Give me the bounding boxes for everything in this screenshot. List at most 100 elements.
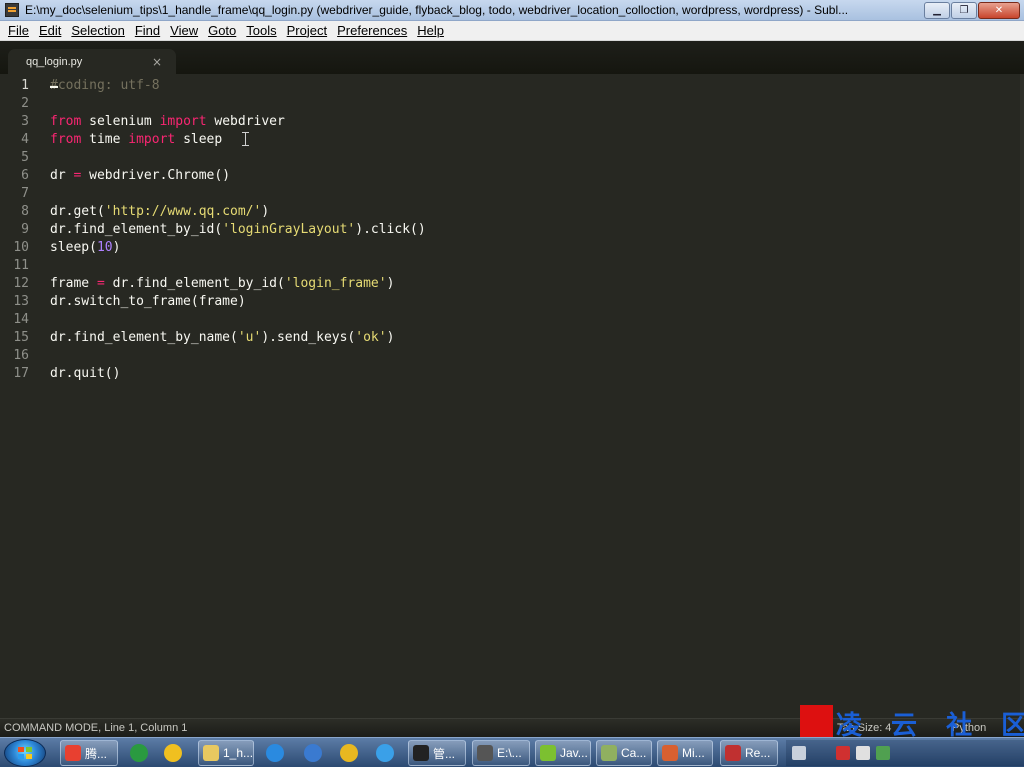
code-token: ) (386, 330, 395, 345)
taskbar-window-button[interactable]: Ca... (596, 740, 652, 766)
close-button[interactable]: ✕ (978, 2, 1020, 19)
line-number: 16 (13, 348, 29, 363)
network-icon[interactable] (876, 746, 890, 760)
menu-project[interactable]: Project (282, 23, 332, 38)
code-line[interactable]: dr.quit() (50, 365, 426, 383)
maximize-button[interactable]: ❐ (951, 2, 977, 19)
code-token: 'http://www.qq.com/' (104, 204, 262, 219)
line-number-gutter: 1 2 3 4 5 6 7 8 9 10 11 12 13 14 15 16 17 (0, 77, 34, 383)
taskbar-window-button[interactable]: E:\... (472, 740, 530, 766)
ie-browser-icon[interactable] (266, 744, 284, 762)
vertical-scrollbar[interactable] (1020, 74, 1024, 718)
code-line[interactable]: dr.switch_to_frame(frame) (50, 293, 426, 311)
line-number: 3 (21, 114, 29, 129)
menu-edit[interactable]: Edit (34, 23, 66, 38)
code-line[interactable] (50, 347, 426, 365)
code-token: #coding: utf-8 (50, 78, 160, 93)
code-token: dr.find_element_by_name( (50, 330, 238, 345)
code-token: dr.quit() (50, 366, 121, 381)
status-mode-text: COMMAND MODE, Line 1, Column 1 (4, 722, 188, 734)
security-icon[interactable] (836, 746, 850, 760)
code-token: import (128, 132, 176, 147)
code-token: webdriver (206, 114, 285, 129)
taskbar-window-button[interactable]: 1_h... (198, 740, 254, 766)
taskbar-window-button[interactable]: 腾... (60, 740, 118, 766)
qq-penguin-icon[interactable] (164, 744, 182, 762)
status-bar: COMMAND MODE, Line 1, Column 1 Tab Size:… (0, 718, 1024, 737)
line-number: 5 (21, 150, 29, 165)
code-line[interactable] (50, 185, 426, 203)
code-line[interactable] (50, 95, 426, 113)
code-token: dr.get( (50, 204, 105, 219)
taskbar-window-button[interactable]: Jav... (535, 740, 591, 766)
status-syntax[interactable]: Python (952, 722, 1024, 734)
volume-icon[interactable] (856, 746, 870, 760)
code-line[interactable]: dr.find_element_by_id('loginGrayLayout')… (50, 221, 426, 239)
ibeam-cursor-icon (242, 132, 252, 146)
window-app-icon (662, 745, 678, 761)
keyboard-icon[interactable] (792, 746, 806, 760)
tab-qq-login[interactable]: qq_login.py × (8, 49, 176, 74)
line-number: 1 (21, 78, 29, 93)
window-app-icon (540, 745, 556, 761)
code-line[interactable]: from time import sleep (50, 131, 426, 149)
code-token: frame (50, 276, 97, 291)
tab-close-icon[interactable]: × (152, 55, 162, 69)
code-token: 'loginGrayLayout' (222, 222, 356, 237)
menu-help[interactable]: Help (412, 23, 449, 38)
code-editor[interactable]: 1 2 3 4 5 6 7 8 9 10 11 12 13 14 15 16 17 #coding: utf-8… (0, 74, 1024, 718)
start-button[interactable] (4, 739, 46, 767)
code-token: dr.find_element_by_id( (104, 276, 285, 291)
code-line[interactable]: from selenium import webdriver (50, 113, 426, 131)
minimize-button[interactable]: ▁ (924, 2, 950, 19)
sublime-app-icon[interactable] (5, 3, 19, 17)
code-line[interactable]: dr.find_element_by_name('u').send_keys('… (50, 329, 426, 347)
code-token: sleep( (50, 240, 97, 255)
code-line[interactable]: frame = dr.find_element_by_id('login_fra… (50, 275, 426, 293)
code-line[interactable]: sleep(10) (50, 239, 426, 257)
code-token: 10 (96, 240, 113, 255)
menu-goto[interactable]: Goto (203, 23, 241, 38)
code-token: from (50, 132, 82, 147)
taskbar-button-label: Ca... (621, 746, 647, 760)
tab-strip: qq_login.py × (0, 41, 1024, 74)
window-app-icon (477, 745, 493, 761)
code-token: webdriver.Chrome() (81, 168, 231, 183)
code-area[interactable]: #coding: utf-8 from selenium import webdr… (50, 77, 426, 383)
window-app-icon (725, 745, 741, 761)
taskbar-button-label: 管... (433, 746, 456, 761)
menu-view[interactable]: View (165, 23, 203, 38)
code-token: = (96, 276, 105, 291)
menu-preferences[interactable]: Preferences (332, 23, 412, 38)
code-token: 'ok' (355, 330, 387, 345)
chrome-alt-icon[interactable] (130, 744, 148, 762)
qq-app-icon[interactable] (304, 744, 322, 762)
code-line[interactable] (50, 149, 426, 167)
line-number: 11 (13, 258, 29, 273)
menu-file[interactable]: File (3, 23, 34, 38)
taskbar-button-label: E:\... (497, 746, 522, 760)
status-tab-size[interactable]: Tab Size: 4 (837, 722, 952, 734)
taskbar-window-button[interactable]: Mi... (657, 740, 713, 766)
code-line[interactable]: #coding: utf-8 (50, 77, 426, 95)
code-token: ).click() (355, 222, 426, 237)
line-number: 6 (21, 168, 29, 183)
sync-app-icon[interactable] (376, 744, 394, 762)
text-caret (50, 86, 58, 88)
yellow-app-icon[interactable] (340, 744, 358, 762)
code-token: sleep (175, 132, 223, 147)
code-line[interactable]: dr = webdriver.Chrome() (50, 167, 426, 185)
menu-tools[interactable]: Tools (241, 23, 281, 38)
code-line[interactable] (50, 311, 426, 329)
menu-selection[interactable]: Selection (66, 23, 129, 38)
taskbar-window-button[interactable]: Re... (720, 740, 778, 766)
taskbar-button-label: Jav... (560, 746, 588, 760)
code-line[interactable] (50, 257, 426, 275)
window-title-bar[interactable]: E:\my_doc\selenium_tips\1_handle_frame\q… (0, 0, 1024, 21)
code-line[interactable]: dr.get('http://www.qq.com/') (50, 203, 426, 221)
taskbar-button-label: Re... (745, 746, 771, 760)
taskbar-window-button[interactable]: 管... (408, 740, 466, 766)
menu-find[interactable]: Find (130, 23, 165, 38)
line-number: 17 (13, 366, 29, 381)
windows-taskbar: 腾... 1_h... 管... E:\... Jav... Ca... Mi... Re..… (0, 737, 1024, 767)
